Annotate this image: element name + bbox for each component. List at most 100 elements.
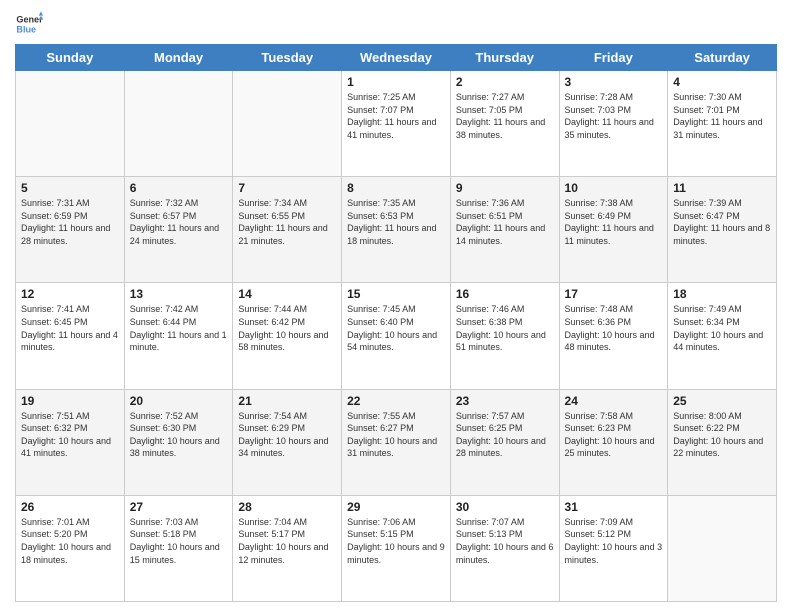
day-number: 30 xyxy=(456,500,554,514)
calendar-cell: 3 Sunrise: 7:28 AM Sunset: 7:03 PM Daylig… xyxy=(559,71,668,177)
calendar-cell: 17 Sunrise: 7:48 AM Sunset: 6:36 PM Dayli… xyxy=(559,283,668,389)
day-info: Sunrise: 7:25 AM Sunset: 7:07 PM Dayligh… xyxy=(347,91,445,141)
day-info: Sunrise: 7:34 AM Sunset: 6:55 PM Dayligh… xyxy=(238,197,336,247)
day-info: Sunrise: 7:03 AM Sunset: 5:18 PM Dayligh… xyxy=(130,516,228,566)
day-info: Sunrise: 7:48 AM Sunset: 6:36 PM Dayligh… xyxy=(565,303,663,353)
weekday-header-thursday: Thursday xyxy=(450,45,559,71)
day-info: Sunrise: 7:52 AM Sunset: 6:30 PM Dayligh… xyxy=(130,410,228,460)
day-number: 25 xyxy=(673,394,771,408)
calendar-cell: 18 Sunrise: 7:49 AM Sunset: 6:34 PM Dayli… xyxy=(668,283,777,389)
day-number: 8 xyxy=(347,181,445,195)
day-info: Sunrise: 7:49 AM Sunset: 6:34 PM Dayligh… xyxy=(673,303,771,353)
day-number: 2 xyxy=(456,75,554,89)
day-number: 23 xyxy=(456,394,554,408)
calendar-cell: 19 Sunrise: 7:51 AM Sunset: 6:32 PM Dayli… xyxy=(16,389,125,495)
day-info: Sunrise: 7:28 AM Sunset: 7:03 PM Dayligh… xyxy=(565,91,663,141)
day-info: Sunrise: 7:39 AM Sunset: 6:47 PM Dayligh… xyxy=(673,197,771,247)
calendar-cell xyxy=(124,71,233,177)
calendar-cell: 1 Sunrise: 7:25 AM Sunset: 7:07 PM Daylig… xyxy=(342,71,451,177)
calendar-cell: 5 Sunrise: 7:31 AM Sunset: 6:59 PM Daylig… xyxy=(16,177,125,283)
day-number: 13 xyxy=(130,287,228,301)
calendar-week-row: 12 Sunrise: 7:41 AM Sunset: 6:45 PM Dayli… xyxy=(16,283,777,389)
page: General Blue SundayMondayTuesdayWednesda… xyxy=(0,0,792,612)
day-number: 18 xyxy=(673,287,771,301)
calendar-cell: 27Sunrise: 7:03 AM Sunset: 5:18 PM Dayli… xyxy=(124,495,233,601)
day-number: 26 xyxy=(21,500,119,514)
day-number: 28 xyxy=(238,500,336,514)
day-number: 6 xyxy=(130,181,228,195)
calendar-cell: 14 Sunrise: 7:44 AM Sunset: 6:42 PM Dayli… xyxy=(233,283,342,389)
day-info: Sunrise: 7:27 AM Sunset: 7:05 PM Dayligh… xyxy=(456,91,554,141)
calendar-cell: 12 Sunrise: 7:41 AM Sunset: 6:45 PM Dayli… xyxy=(16,283,125,389)
calendar-cell: 2 Sunrise: 7:27 AM Sunset: 7:05 PM Daylig… xyxy=(450,71,559,177)
day-info: Sunrise: 7:45 AM Sunset: 6:40 PM Dayligh… xyxy=(347,303,445,353)
calendar-cell: 20 Sunrise: 7:52 AM Sunset: 6:30 PM Dayli… xyxy=(124,389,233,495)
day-number: 9 xyxy=(456,181,554,195)
weekday-header-friday: Friday xyxy=(559,45,668,71)
weekday-header-monday: Monday xyxy=(124,45,233,71)
day-number: 19 xyxy=(21,394,119,408)
day-number: 15 xyxy=(347,287,445,301)
day-number: 29 xyxy=(347,500,445,514)
logo: General Blue xyxy=(15,10,43,38)
logo-icon: General Blue xyxy=(15,10,43,38)
day-number: 7 xyxy=(238,181,336,195)
calendar-cell: 21 Sunrise: 7:54 AM Sunset: 6:29 PM Dayli… xyxy=(233,389,342,495)
weekday-header-saturday: Saturday xyxy=(668,45,777,71)
calendar-cell: 28 Sunrise: 7:04 AM Sunset: 5:17 PM Dayli… xyxy=(233,495,342,601)
calendar-cell xyxy=(668,495,777,601)
day-info: Sunrise: 7:58 AM Sunset: 6:23 PM Dayligh… xyxy=(565,410,663,460)
calendar-cell: 6 Sunrise: 7:32 AM Sunset: 6:57 PM Daylig… xyxy=(124,177,233,283)
calendar-week-row: 1 Sunrise: 7:25 AM Sunset: 7:07 PM Daylig… xyxy=(16,71,777,177)
day-info: Sunrise: 7:32 AM Sunset: 6:57 PM Dayligh… xyxy=(130,197,228,247)
day-info: Sunrise: 7:44 AM Sunset: 6:42 PM Dayligh… xyxy=(238,303,336,353)
calendar-cell: 26Sunrise: 7:01 AM Sunset: 5:20 PM Dayli… xyxy=(16,495,125,601)
calendar-cell xyxy=(16,71,125,177)
day-info: Sunrise: 7:57 AM Sunset: 6:25 PM Dayligh… xyxy=(456,410,554,460)
day-info: Sunrise: 7:07 AM Sunset: 5:13 PM Dayligh… xyxy=(456,516,554,566)
calendar-cell: 31Sunrise: 7:09 AM Sunset: 5:12 PM Dayli… xyxy=(559,495,668,601)
calendar-table: SundayMondayTuesdayWednesdayThursdayFrid… xyxy=(15,44,777,602)
calendar-cell xyxy=(233,71,342,177)
weekday-header-wednesday: Wednesday xyxy=(342,45,451,71)
day-number: 21 xyxy=(238,394,336,408)
header: General Blue xyxy=(15,10,777,38)
day-info: Sunrise: 7:30 AM Sunset: 7:01 PM Dayligh… xyxy=(673,91,771,141)
day-number: 22 xyxy=(347,394,445,408)
day-number: 10 xyxy=(565,181,663,195)
day-info: Sunrise: 7:09 AM Sunset: 5:12 PM Dayligh… xyxy=(565,516,663,566)
day-number: 5 xyxy=(21,181,119,195)
calendar-cell: 24 Sunrise: 7:58 AM Sunset: 6:23 PM Dayli… xyxy=(559,389,668,495)
day-number: 3 xyxy=(565,75,663,89)
svg-text:Blue: Blue xyxy=(16,24,36,34)
day-number: 1 xyxy=(347,75,445,89)
day-number: 12 xyxy=(21,287,119,301)
calendar-cell: 22Sunrise: 7:55 AM Sunset: 6:27 PM Dayli… xyxy=(342,389,451,495)
day-number: 20 xyxy=(130,394,228,408)
calendar-cell: 11 Sunrise: 7:39 AM Sunset: 6:47 PM Dayli… xyxy=(668,177,777,283)
weekday-header-tuesday: Tuesday xyxy=(233,45,342,71)
calendar-cell: 16Sunrise: 7:46 AM Sunset: 6:38 PM Dayli… xyxy=(450,283,559,389)
calendar-cell: 29 Sunrise: 7:06 AM Sunset: 5:15 PM Dayli… xyxy=(342,495,451,601)
calendar-cell: 15 Sunrise: 7:45 AM Sunset: 6:40 PM Dayli… xyxy=(342,283,451,389)
calendar-cell: 25 Sunrise: 8:00 AM Sunset: 6:22 PM Dayli… xyxy=(668,389,777,495)
calendar-cell: 4Sunrise: 7:30 AM Sunset: 7:01 PM Daylig… xyxy=(668,71,777,177)
day-number: 17 xyxy=(565,287,663,301)
calendar-cell: 30 Sunrise: 7:07 AM Sunset: 5:13 PM Dayli… xyxy=(450,495,559,601)
day-number: 11 xyxy=(673,181,771,195)
day-info: Sunrise: 7:54 AM Sunset: 6:29 PM Dayligh… xyxy=(238,410,336,460)
calendar-week-row: 5 Sunrise: 7:31 AM Sunset: 6:59 PM Daylig… xyxy=(16,177,777,283)
calendar-cell: 10Sunrise: 7:38 AM Sunset: 6:49 PM Dayli… xyxy=(559,177,668,283)
day-info: Sunrise: 7:36 AM Sunset: 6:51 PM Dayligh… xyxy=(456,197,554,247)
day-info: Sunrise: 7:31 AM Sunset: 6:59 PM Dayligh… xyxy=(21,197,119,247)
day-info: Sunrise: 7:51 AM Sunset: 6:32 PM Dayligh… xyxy=(21,410,119,460)
day-number: 24 xyxy=(565,394,663,408)
calendar-week-row: 26Sunrise: 7:01 AM Sunset: 5:20 PM Dayli… xyxy=(16,495,777,601)
day-info: Sunrise: 7:06 AM Sunset: 5:15 PM Dayligh… xyxy=(347,516,445,566)
day-info: Sunrise: 7:42 AM Sunset: 6:44 PM Dayligh… xyxy=(130,303,228,353)
day-number: 14 xyxy=(238,287,336,301)
day-info: Sunrise: 8:00 AM Sunset: 6:22 PM Dayligh… xyxy=(673,410,771,460)
calendar-week-row: 19 Sunrise: 7:51 AM Sunset: 6:32 PM Dayli… xyxy=(16,389,777,495)
day-info: Sunrise: 7:41 AM Sunset: 6:45 PM Dayligh… xyxy=(21,303,119,353)
day-info: Sunrise: 7:04 AM Sunset: 5:17 PM Dayligh… xyxy=(238,516,336,566)
